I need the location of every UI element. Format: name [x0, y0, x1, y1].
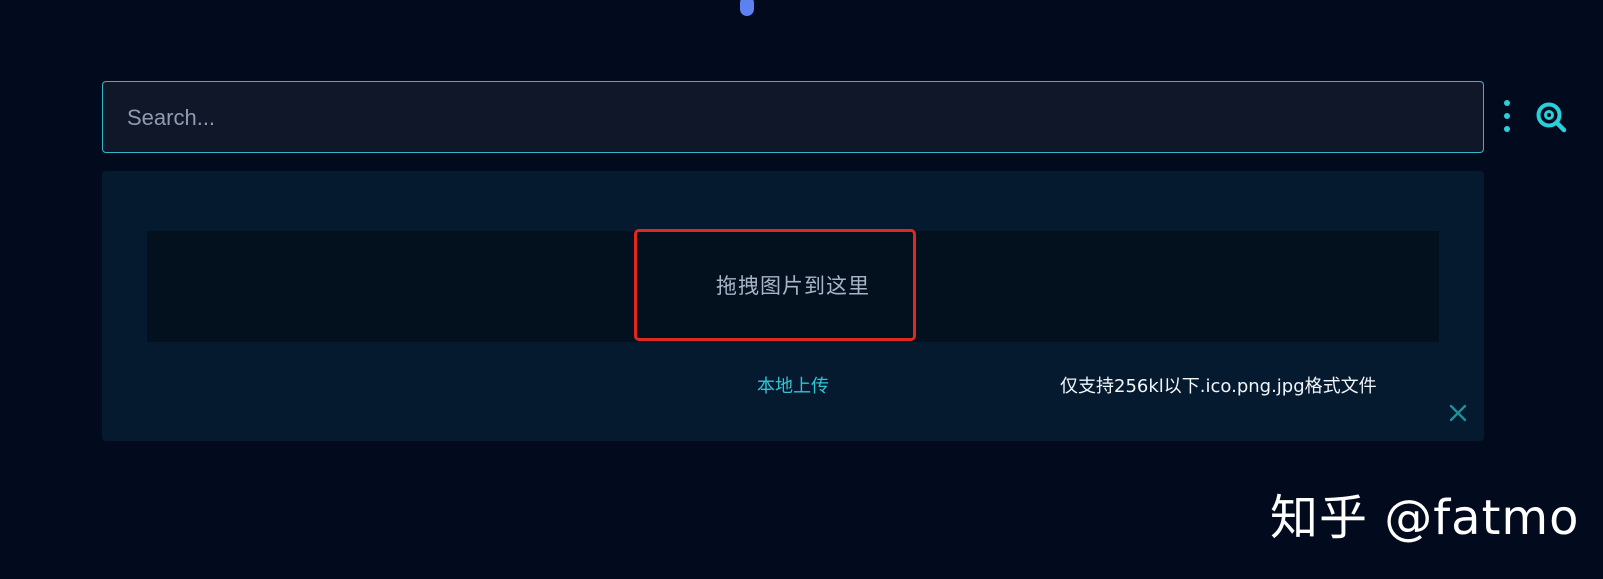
close-icon[interactable] [1448, 403, 1468, 423]
image-drop-zone[interactable]: 拖拽图片到这里 [147, 231, 1439, 342]
image-upload-panel: 拖拽图片到这里 本地上传 仅支持256kl以下.ico.png.jpg格式文件 [102, 171, 1484, 441]
search-input[interactable] [125, 82, 1329, 153]
local-upload-link[interactable]: 本地上传 [757, 372, 829, 398]
scroll-indicator[interactable] [740, 0, 754, 16]
vertical-dots-icon[interactable] [1501, 100, 1513, 132]
search-bar [102, 81, 1567, 153]
search-engine-icon[interactable] [1535, 101, 1567, 133]
format-hint-text: 仅支持256kl以下.ico.png.jpg格式文件 [1060, 376, 1377, 397]
watermark: 知乎 @fatmo [1270, 490, 1580, 546]
drop-zone-text: 拖拽图片到这里 [716, 273, 870, 298]
